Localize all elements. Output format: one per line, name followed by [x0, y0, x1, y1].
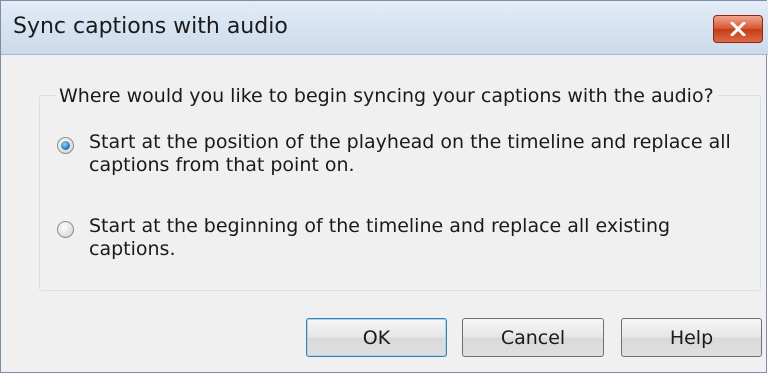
dialog-title: Sync captions with audio: [13, 14, 288, 39]
close-icon: [714, 16, 762, 42]
close-button[interactable]: [713, 15, 763, 43]
option-playhead-label: Start at the position of the playhead on…: [89, 131, 731, 176]
radio-playhead[interactable]: [57, 137, 74, 154]
ok-button[interactable]: OK: [306, 318, 447, 357]
sync-captions-dialog: Sync captions with audio Where would you…: [0, 0, 768, 373]
help-button[interactable]: Help: [621, 318, 762, 357]
group-label: Where would you like to begin syncing yo…: [55, 83, 718, 109]
radio-beginning[interactable]: [57, 221, 74, 238]
sync-options-group: [39, 95, 761, 291]
title-bar: Sync captions with audio: [1, 1, 768, 55]
cancel-button[interactable]: Cancel: [462, 318, 604, 357]
option-beginning-label: Start at the beginning of the timeline a…: [89, 215, 671, 260]
